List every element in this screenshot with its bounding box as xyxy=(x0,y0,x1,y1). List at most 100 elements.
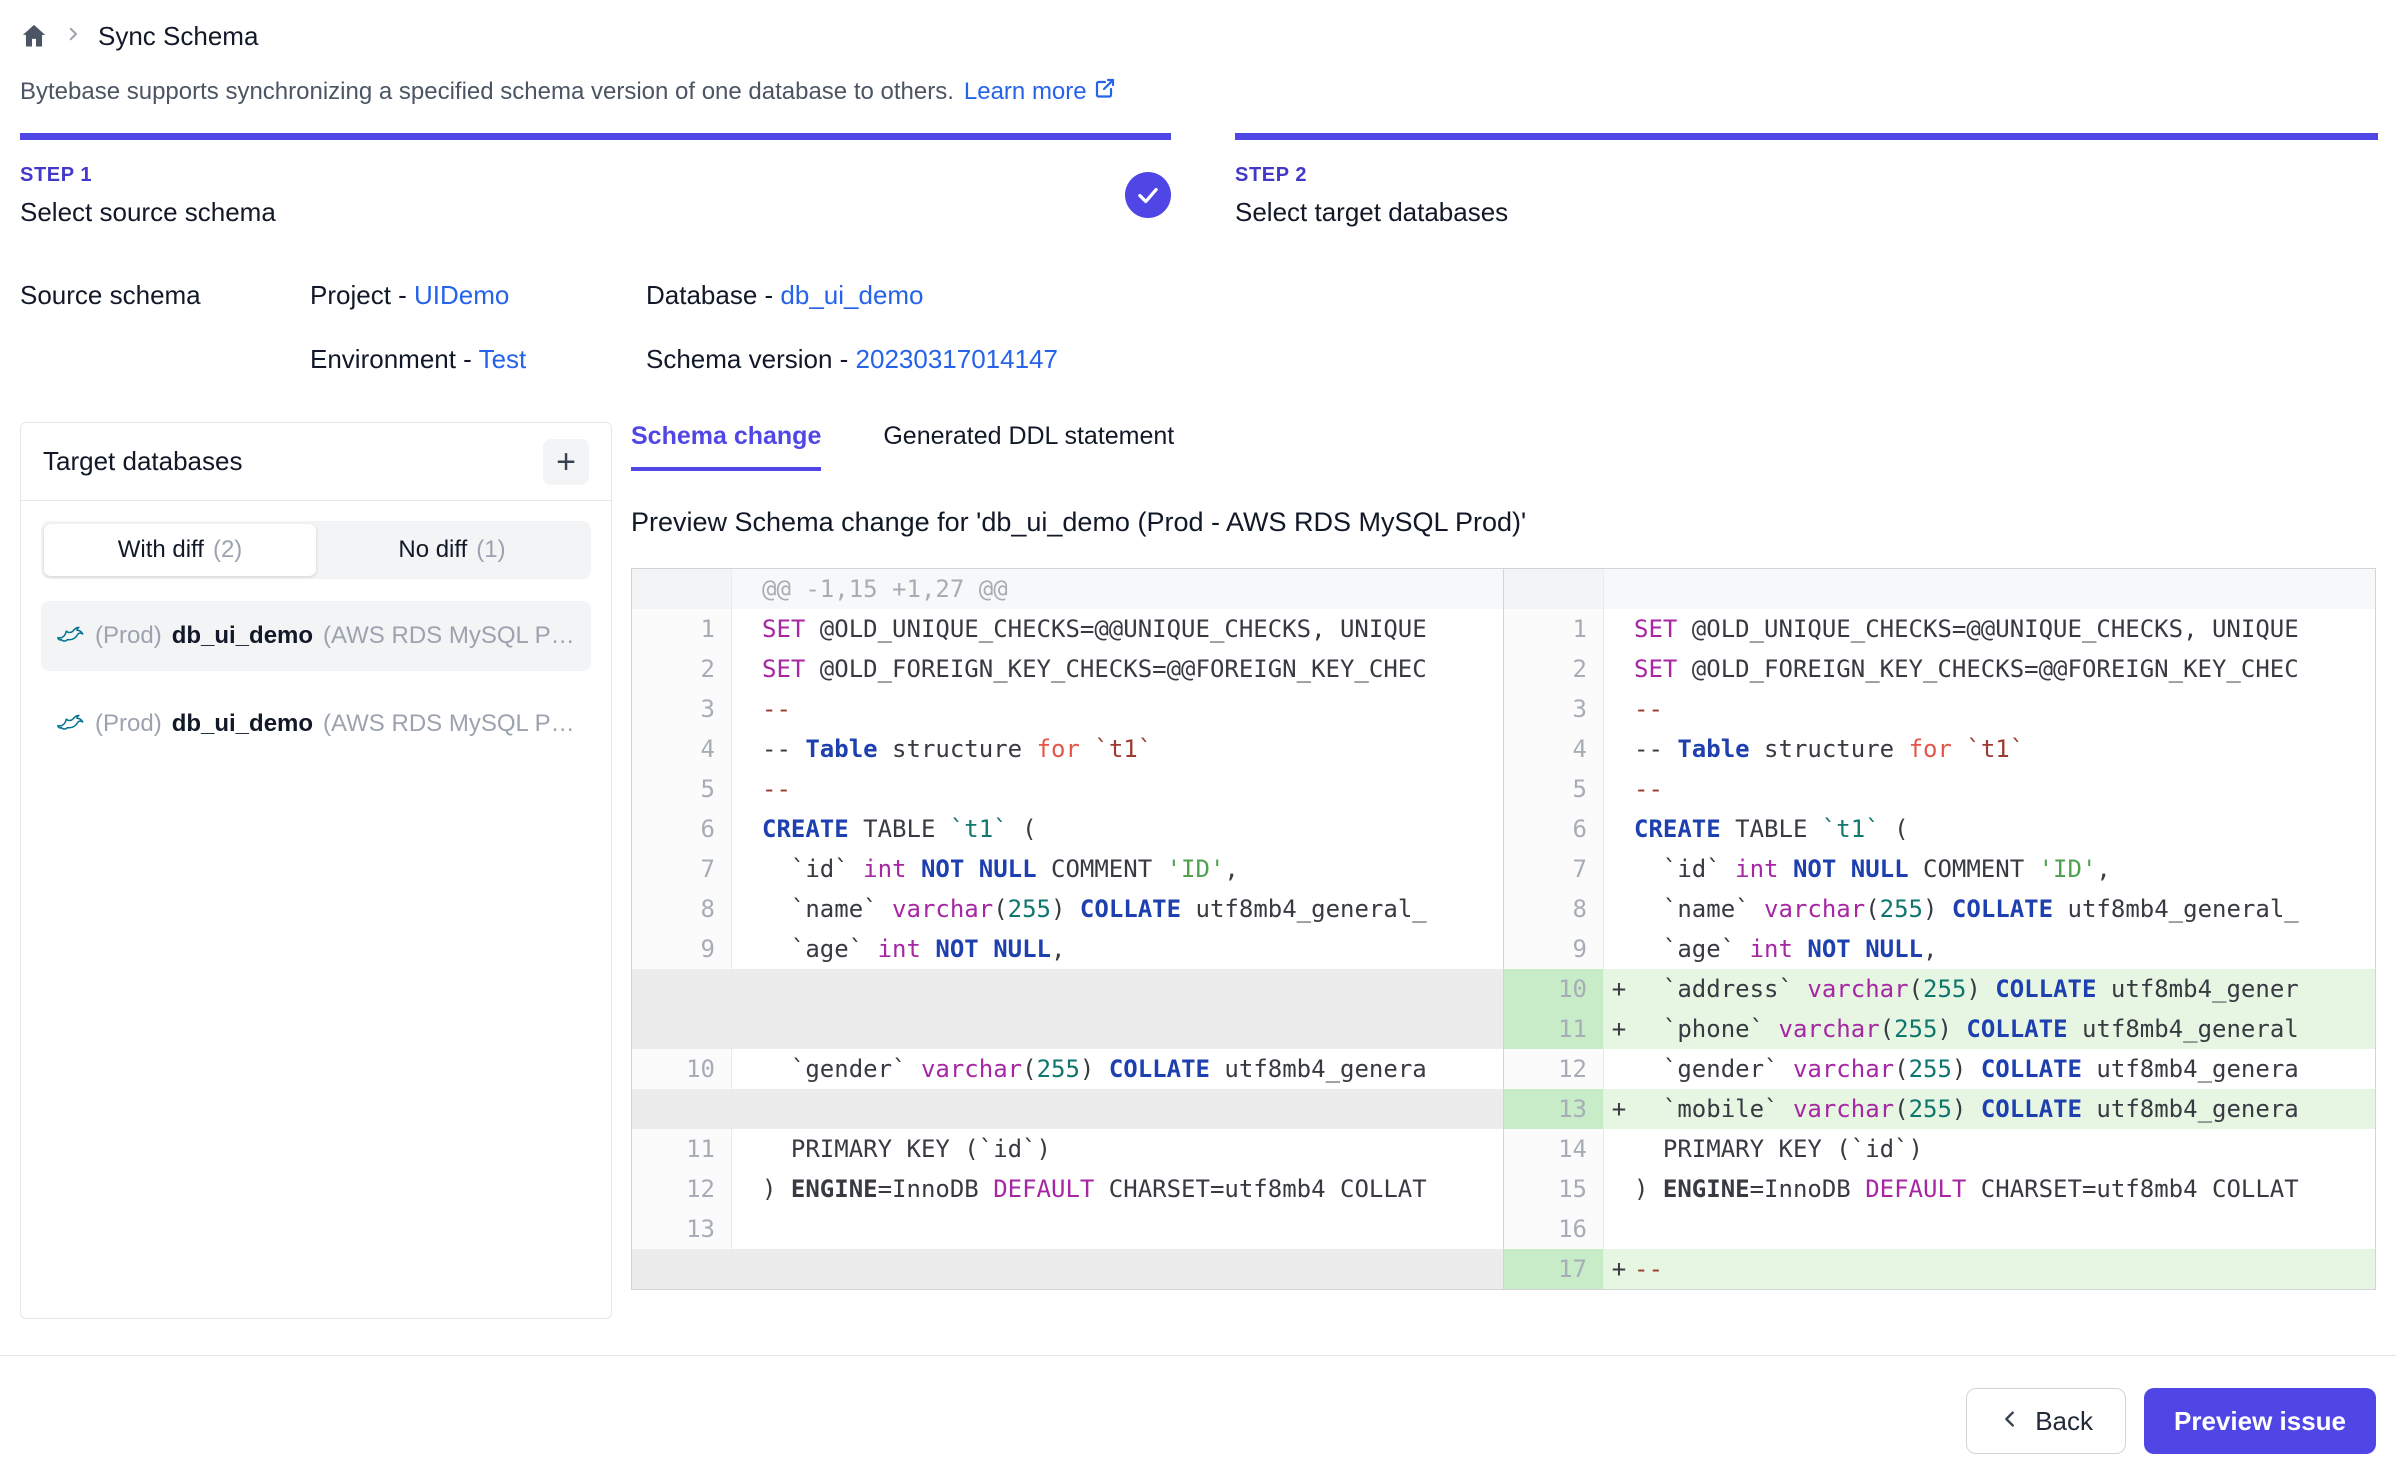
back-button-label: Back xyxy=(2035,1406,2093,1437)
code-token: , xyxy=(2096,855,2110,883)
diff-filter-tab[interactable]: With diff(2) xyxy=(44,524,316,576)
preview-tab[interactable]: Generated DDL statement xyxy=(883,422,1174,471)
code-token: SET xyxy=(762,615,805,643)
code-token: varchar xyxy=(892,895,993,923)
new-code-line: SET @OLD_UNIQUE_CHECKS=@@UNIQUE_CHECKS, … xyxy=(1604,609,2375,649)
old-line-number xyxy=(632,1089,732,1129)
preview-tab[interactable]: Schema change xyxy=(631,422,821,471)
code-token xyxy=(1793,935,1807,963)
old-line-number: 7 xyxy=(632,849,732,889)
schema-diff-viewer[interactable]: @@ -1,15 +1,27 @@1SET @OLD_UNIQUE_CHECKS… xyxy=(631,568,2376,1290)
diff-row: 13+ `mobile` varchar(255) COLLATE utf8mb… xyxy=(632,1089,2375,1129)
new-line-number: 11 xyxy=(1504,1009,1604,1049)
new-code-line: CREATE TABLE `t1` ( xyxy=(1604,809,2375,849)
code-token: ) xyxy=(1923,895,1952,923)
code-token: SET xyxy=(1634,615,1677,643)
target-database-item[interactable]: (Prod)db_ui_demo(AWS RDS MySQL Prod) xyxy=(41,601,591,671)
code-token: utf8mb4_general xyxy=(2068,1015,2299,1043)
step-2-bar xyxy=(1235,133,2378,140)
source-field: Project - UIDemo xyxy=(310,276,646,314)
new-code-line: -- Table structure for `t1` xyxy=(1604,729,2375,769)
diff-filter-tab-label: No diff xyxy=(398,536,467,564)
step-1-title: Select source schema xyxy=(20,197,1171,228)
code-token: @@ -1,15 +1,27 @@ xyxy=(762,575,1008,603)
code-token xyxy=(1952,735,1966,763)
back-button[interactable]: Back xyxy=(1966,1388,2126,1454)
old-code-line xyxy=(732,1009,1504,1049)
new-line-number: 8 xyxy=(1504,889,1604,929)
old-code-line xyxy=(732,969,1504,1009)
code-token xyxy=(921,935,935,963)
code-token: ( xyxy=(1880,1015,1894,1043)
add-target-database-button[interactable]: + xyxy=(543,439,589,485)
diff-filter-tab-count: (1) xyxy=(476,536,505,564)
step-1-label: STEP 1 xyxy=(20,164,1171,187)
source-schema-fields: Project - UIDemoDatabase - db_ui_demoEnv… xyxy=(310,276,1058,378)
code-token: -- xyxy=(762,735,805,763)
learn-more-link[interactable]: Learn more xyxy=(964,76,1117,107)
code-token xyxy=(1080,735,1094,763)
step-2-label: STEP 2 xyxy=(1235,164,2378,187)
old-line-number: 10 xyxy=(632,1049,732,1089)
new-line-number: 7 xyxy=(1504,849,1604,889)
database-environment: (Prod) xyxy=(95,622,162,650)
code-token: DEFAULT xyxy=(1865,1175,1966,1203)
code-token: structure xyxy=(878,735,1037,763)
code-token: ) xyxy=(1952,1095,1981,1123)
database-environment: (Prod) xyxy=(95,710,162,738)
code-token: TABLE xyxy=(1721,815,1822,843)
code-token: int xyxy=(878,935,921,963)
preview-issue-button[interactable]: Preview issue xyxy=(2144,1388,2376,1454)
old-code-line: `id` int NOT NULL COMMENT 'ID', xyxy=(732,849,1504,889)
target-database-item[interactable]: (Prod)db_ui_demo(AWS RDS MySQL Prod) xyxy=(41,689,591,759)
new-code-line: + `phone` varchar(255) COLLATE utf8mb4_g… xyxy=(1604,1009,2375,1049)
code-token: COMMENT xyxy=(1037,855,1167,883)
code-token: utf8mb4_gener xyxy=(2096,975,2298,1003)
source-field-value-link[interactable]: 20230317014147 xyxy=(856,344,1058,374)
database-name: db_ui_demo xyxy=(172,710,313,738)
new-code-line: `gender` varchar(255) COLLATE utf8mb4_ge… xyxy=(1604,1049,2375,1089)
new-line-number: 10 xyxy=(1504,969,1604,1009)
mysql-dolphin-icon xyxy=(55,618,85,655)
code-token: ( xyxy=(1880,815,1909,843)
old-code-line: ) ENGINE=InnoDB DEFAULT CHARSET=utf8mb4 … xyxy=(732,1169,1504,1209)
code-token: ) xyxy=(762,1175,791,1203)
new-code-line: `age` int NOT NULL, xyxy=(1604,929,2375,969)
diff-row: 12) ENGINE=InnoDB DEFAULT CHARSET=utf8mb… xyxy=(632,1169,2375,1209)
code-token: -- xyxy=(1634,735,1677,763)
step-1-completed-check-icon xyxy=(1125,172,1171,218)
code-token xyxy=(1779,855,1793,883)
new-code-line: +-- xyxy=(1604,1249,2375,1289)
code-token: `name` xyxy=(762,895,892,923)
code-token: ( xyxy=(1022,1055,1036,1083)
new-line-number: 5 xyxy=(1504,769,1604,809)
code-token: varchar xyxy=(1793,1095,1894,1123)
code-token: ) xyxy=(1952,1055,1981,1083)
new-code-line: + `address` varchar(255) COLLATE utf8mb4… xyxy=(1604,969,2375,1009)
home-icon[interactable] xyxy=(20,22,48,50)
source-field-value-link[interactable]: UIDemo xyxy=(414,280,509,310)
code-token: ( xyxy=(1894,1095,1908,1123)
source-field-value-link[interactable]: db_ui_demo xyxy=(780,280,923,310)
diff-row: 3--3-- xyxy=(632,689,2375,729)
code-token: @OLD_FOREIGN_KEY_CHECKS=@@FOREIGN_KEY_CH… xyxy=(805,655,1426,683)
diff-filter-tab[interactable]: No diff (1) xyxy=(316,524,588,576)
code-token: Table xyxy=(1677,735,1749,763)
diff-row: 1316 xyxy=(632,1209,2375,1249)
code-token: `mobile` xyxy=(1634,1095,1793,1123)
code-token: ( xyxy=(1909,975,1923,1003)
code-token: varchar xyxy=(921,1055,1022,1083)
old-line-number: 3 xyxy=(632,689,732,729)
diff-row: 17+-- xyxy=(632,1249,2375,1289)
diff-marker: + xyxy=(1604,969,1634,1009)
chevron-left-icon xyxy=(1999,1406,2021,1437)
new-line-number: 2 xyxy=(1504,649,1604,689)
code-token: ENGINE xyxy=(791,1175,878,1203)
old-line-number xyxy=(632,1249,732,1289)
code-token: =InnoDB xyxy=(1750,1175,1866,1203)
source-field-value-link[interactable]: Test xyxy=(479,344,527,374)
code-token: ) xyxy=(1966,975,1995,1003)
code-token: int xyxy=(1750,935,1793,963)
code-token: `gender` xyxy=(1634,1055,1793,1083)
diff-row: 10+ `address` varchar(255) COLLATE utf8m… xyxy=(632,969,2375,1009)
